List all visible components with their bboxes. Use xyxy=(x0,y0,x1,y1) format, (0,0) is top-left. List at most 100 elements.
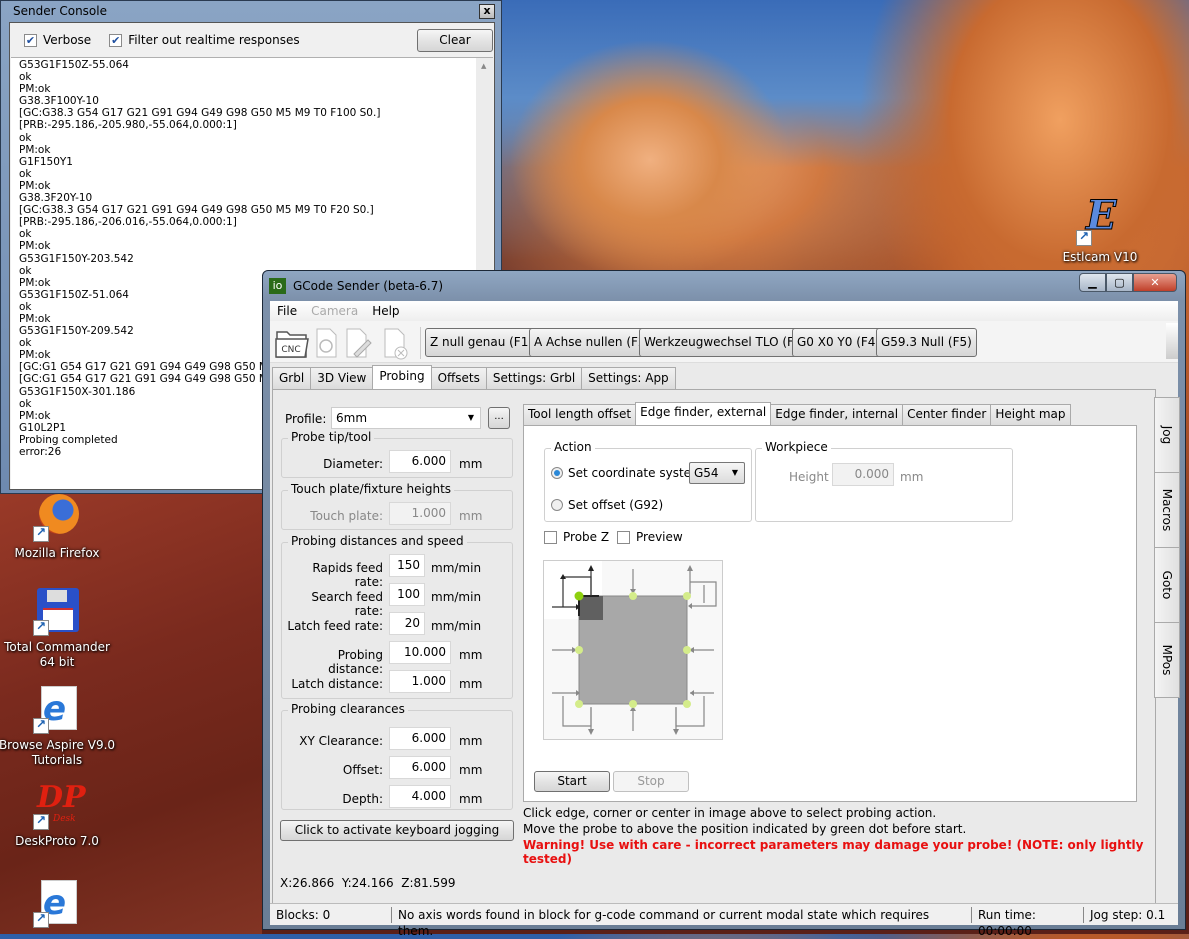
stop-button[interactable]: Stop xyxy=(613,771,689,792)
param-input[interactable]: 20 xyxy=(389,612,425,635)
unit-label: mm xyxy=(459,734,483,748)
probe-z-checkbox[interactable]: Probe Z xyxy=(544,530,609,544)
maximize-icon: ▢ xyxy=(1114,276,1125,289)
touch-plate-label: Touch plate: xyxy=(310,509,383,523)
coordinate-system-select[interactable]: G54 ▼ xyxy=(689,462,745,484)
status-run-time: Run time: 00:00:00 xyxy=(972,906,1084,938)
macro-button-3[interactable]: Werkzeugwechsel TLO (F3) xyxy=(639,328,812,357)
clear-button[interactable]: Clear xyxy=(417,29,493,52)
subtab-center-finder[interactable]: Center finder xyxy=(902,404,992,425)
preview-checkbox[interactable]: Preview xyxy=(617,530,683,544)
log-line: PM:ok xyxy=(19,240,51,253)
subtab-height-map[interactable]: Height map xyxy=(990,404,1071,425)
param-input[interactable]: 4.000 xyxy=(389,785,451,808)
close-button[interactable]: ✕ xyxy=(1133,273,1177,292)
tab-settings-app[interactable]: Settings: App xyxy=(581,367,676,389)
toolbar: CNC Z null genau (F1) A Achse nullen (F2… xyxy=(270,321,1178,363)
param-input[interactable]: 1.000 xyxy=(389,670,451,693)
radio-unselected-icon xyxy=(551,499,563,511)
set-coordinate-system-radio[interactable]: Set coordinate system: xyxy=(551,466,707,480)
side-tab-jog[interactable]: Jog xyxy=(1154,397,1180,473)
desktop-icon-deskproto[interactable]: DP Desk DeskProto 7.0 xyxy=(0,782,117,849)
param-input[interactable]: 150 xyxy=(389,554,425,577)
desktop-icon-aspire-tutorials[interactable]: e Browse Aspire V9.0 Tutorials xyxy=(0,686,117,768)
tab-settings-grbl[interactable]: Settings: Grbl xyxy=(485,367,583,389)
edit-file-button[interactable] xyxy=(344,326,376,360)
macro-button-4[interactable]: G0 X0 Y0 (F4) xyxy=(792,328,886,357)
desktop-icon-firefox[interactable]: Mozilla Firefox xyxy=(0,494,117,561)
param-input[interactable]: 10.000 xyxy=(389,641,451,664)
log-line: PM:ok xyxy=(19,143,51,156)
verbose-checkbox[interactable]: ✔ Verbose xyxy=(24,33,91,47)
unit-label: mm xyxy=(900,470,924,484)
log-line: G38.3F100Y-10 xyxy=(19,95,99,108)
param-input[interactable]: 6.000 xyxy=(389,756,451,779)
param-input[interactable]: 6.000 xyxy=(389,727,451,750)
scroll-up-arrow-icon[interactable]: ▲ xyxy=(481,62,486,70)
dot-bottom-left xyxy=(575,700,583,708)
diameter-label: Diameter: xyxy=(323,457,383,471)
deskproto-icon: DP Desk xyxy=(33,782,86,830)
open-file-button[interactable]: CNC xyxy=(274,326,310,360)
side-tab-macros[interactable]: Macros xyxy=(1154,472,1180,548)
unit-label: mm xyxy=(459,763,483,777)
param-input[interactable]: 100 xyxy=(389,583,425,606)
tab-3d-view[interactable]: 3D View xyxy=(310,367,374,389)
tab-probing[interactable]: Probing xyxy=(372,365,432,389)
dot-top-right xyxy=(683,592,691,600)
touch-plate-input[interactable]: 1.000 xyxy=(389,502,451,525)
status-message: No axis words found in block for g-code … xyxy=(392,906,972,938)
probe-position-diagram[interactable] xyxy=(543,560,723,740)
dot-bottom-right xyxy=(683,700,691,708)
radio-selected-icon xyxy=(551,467,563,479)
subtab-edge-finder-internal[interactable]: Edge finder, internal xyxy=(770,404,904,425)
tab-label: Jog xyxy=(1160,425,1174,445)
desktop-icon-estlcam[interactable]: E Estlcam V10 xyxy=(1040,195,1160,265)
profile-select[interactable]: 6mm ▼ xyxy=(331,407,481,429)
minimize-button[interactable]: ▁ xyxy=(1079,273,1106,292)
checkmark-icon: ✔ xyxy=(109,33,123,47)
tab-offsets[interactable]: Offsets xyxy=(430,367,487,389)
close-file-button[interactable] xyxy=(382,326,410,360)
log-line: G53G1F150Y-203.542 xyxy=(19,252,134,265)
unit-label: mm/min xyxy=(431,561,482,575)
selected-corner-marker xyxy=(579,596,603,620)
unit-label: mm/min xyxy=(431,590,482,604)
tab-grbl[interactable]: Grbl xyxy=(272,367,312,389)
maximize-button[interactable]: ▢ xyxy=(1106,273,1133,292)
height-input[interactable]: 0.000 xyxy=(832,463,894,486)
profile-label: Profile: xyxy=(285,412,327,426)
side-tab-goto[interactable]: Goto xyxy=(1154,547,1180,623)
unit-label: mm/min xyxy=(431,619,482,633)
menu-help[interactable]: Help xyxy=(372,304,399,318)
warning-text: Warning! Use with care - incorrect param… xyxy=(523,838,1144,866)
subtab-tool-length-offset[interactable]: Tool length offset xyxy=(523,404,637,425)
start-button[interactable]: Start xyxy=(534,771,610,792)
subtab-edge-finder-external[interactable]: Edge finder, external xyxy=(635,402,772,425)
log-line: ok xyxy=(19,228,32,241)
diameter-input[interactable]: 6.000 xyxy=(389,450,451,473)
menu-camera[interactable]: Camera xyxy=(311,304,358,318)
edit-file-icon xyxy=(346,328,372,358)
group-title: Probing distances and speed xyxy=(288,534,467,548)
log-line: [PRB:-295.186,-205.980,-55.064,0.000:1] xyxy=(19,119,237,132)
menu-file[interactable]: File xyxy=(277,304,297,318)
height-label: Height xyxy=(789,470,829,484)
toolbar-overflow[interactable] xyxy=(1166,323,1178,359)
reload-button[interactable] xyxy=(314,326,340,360)
folder-cnc-icon: CNC xyxy=(275,331,309,358)
set-offset-radio[interactable]: Set offset (G92) xyxy=(551,498,663,512)
filter-realtime-checkbox[interactable]: ✔ Filter out realtime responses xyxy=(109,33,300,47)
desktop-icon-total-commander[interactable]: Total Commander 64 bit xyxy=(0,588,117,670)
profile-more-button[interactable]: ... xyxy=(488,407,510,429)
keyboard-jogging-button[interactable]: Click to activate keyboard jogging xyxy=(280,820,514,841)
macro-button-1[interactable]: Z null genau (F1) xyxy=(425,328,539,357)
close-button[interactable]: x xyxy=(479,4,495,19)
desktop-icon-label: Mozilla Firefox xyxy=(14,546,100,560)
macro-button-2[interactable]: A Achse nullen (F2) xyxy=(529,328,656,357)
side-tab-mpos[interactable]: MPos xyxy=(1154,622,1180,698)
desktop-icon-ie[interactable]: e xyxy=(0,880,117,932)
log-line: [GC:G38.3 G54 G17 G21 G91 G94 G49 G98 G5… xyxy=(19,204,374,217)
macro-button-5[interactable]: G59.3 Null (F5) xyxy=(876,328,977,357)
probing-sub-tabs: Tool length offset Edge finder, external… xyxy=(523,402,1071,425)
